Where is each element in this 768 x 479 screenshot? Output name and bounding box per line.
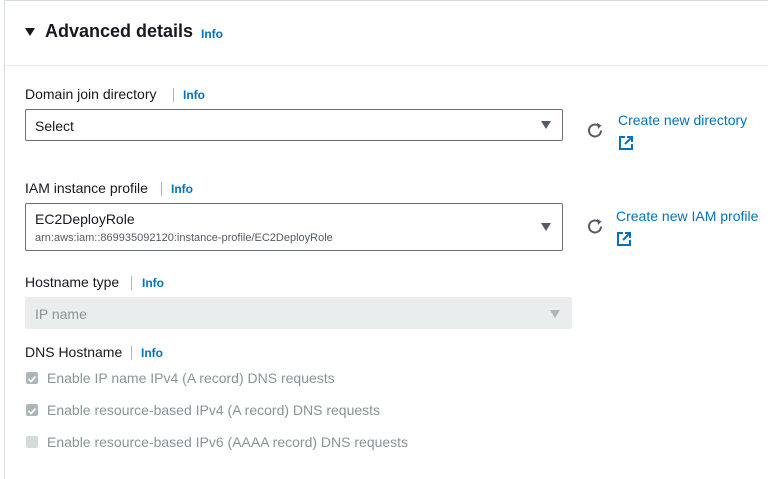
create-directory-link[interactable]: Create new directory: [618, 112, 747, 128]
check-icon: [27, 375, 37, 383]
section-info-link[interactable]: Info: [201, 27, 223, 41]
checkbox-label: Enable resource-based IPv6 (AAAA record)…: [47, 434, 409, 450]
label-separator: [173, 88, 174, 102]
advanced-details-panel: Advanced details Info Domain join direct…: [4, 0, 768, 479]
external-link-icon[interactable]: [616, 231, 632, 247]
domain-join-label: Domain join directory: [25, 86, 157, 102]
dropdown-arrow-icon: [541, 223, 551, 231]
create-iam-profile-link[interactable]: Create new IAM profile: [616, 208, 758, 224]
iam-profile-arn: arn:aws:iam::869935092120:instance-profi…: [35, 232, 333, 244]
checkbox-ipv4-ip-name[interactable]: [26, 372, 38, 384]
iam-profile-select[interactable]: EC2DeployRole arn:aws:iam::869935092120:…: [25, 203, 563, 251]
checkbox-ipv4-resource[interactable]: [26, 404, 38, 416]
checkbox-label: Enable IP name IPv4 (A record) DNS reque…: [47, 370, 335, 386]
refresh-icon[interactable]: [586, 121, 606, 141]
iam-profile-value: EC2DeployRole: [35, 211, 135, 227]
dropdown-arrow-icon: [550, 310, 560, 318]
domain-join-value: Select: [35, 118, 74, 134]
label-separator: [131, 346, 132, 360]
hostname-type-value: IP name: [35, 306, 87, 322]
dropdown-arrow-icon: [541, 121, 551, 129]
domain-join-select[interactable]: Select: [25, 109, 563, 141]
check-icon: [27, 407, 37, 415]
hostname-type-info-link[interactable]: Info: [142, 276, 164, 290]
section-header[interactable]: Advanced details Info: [5, 1, 768, 66]
hostname-type-select[interactable]: IP name: [25, 297, 572, 329]
label-separator: [161, 182, 162, 196]
checkbox-label: Enable resource-based IPv4 (A record) DN…: [47, 402, 381, 418]
iam-profile-label: IAM instance profile: [25, 180, 148, 196]
dns-hostname-info-link[interactable]: Info: [141, 346, 163, 360]
caret-down-icon[interactable]: [25, 28, 35, 36]
checkbox-ipv6-resource[interactable]: [26, 436, 38, 448]
label-separator: [131, 276, 132, 290]
section-title: Advanced details: [45, 21, 194, 41]
domain-join-info-link[interactable]: Info: [183, 88, 205, 102]
dns-hostname-label: DNS Hostname: [25, 344, 123, 360]
refresh-icon[interactable]: [586, 217, 606, 237]
iam-profile-info-link[interactable]: Info: [171, 182, 193, 196]
external-link-icon[interactable]: [618, 135, 634, 151]
hostname-type-label: Hostname type: [25, 274, 120, 290]
